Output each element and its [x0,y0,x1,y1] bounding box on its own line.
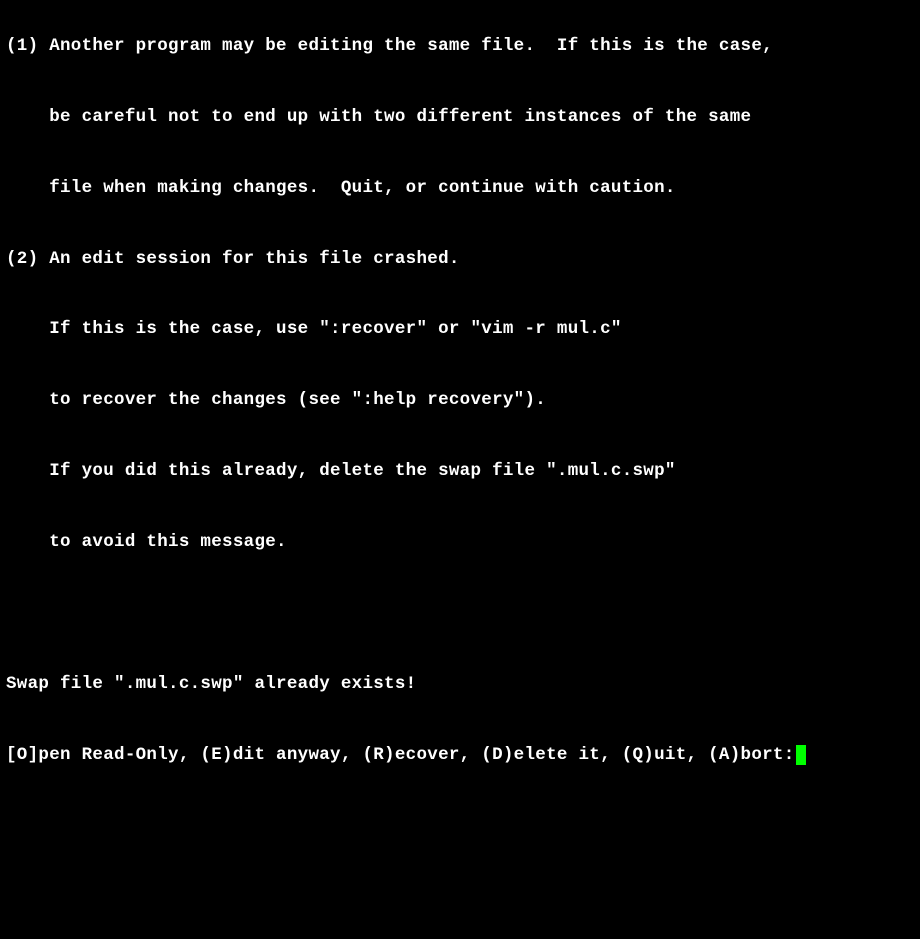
advice-1-line-3: file when making changes. Quit, or conti… [6,177,914,201]
blank-line-2 [6,602,914,626]
advice-2-line-2: If this is the case, use ":recover" or "… [6,318,914,342]
terminal-content: E325: ATTENTION Found a swap file by the… [6,0,914,815]
advice-2-line-5: to avoid this message. [6,531,914,555]
prompt-line[interactable]: [O]pen Read-Only, (E)dit anyway, (R)ecov… [6,744,914,768]
advice-1-line-1: (1) Another program may be editing the s… [6,35,914,59]
prompt-options-text: [O]pen Read-Only, (E)dit anyway, (R)ecov… [6,745,795,765]
advice-2-line-1: (2) An edit session for this file crashe… [6,248,914,272]
advice-2-line-3: to recover the changes (see ":help recov… [6,389,914,413]
swap-exists-warning: Swap file ".mul.c.swp" already exists! [6,673,914,697]
terminal-window[interactable]: E325: ATTENTION Found a swap file by the… [6,95,914,821]
advice-2-line-4: If you did this already, delete the swap… [6,460,914,484]
cursor [796,745,807,765]
advice-1-line-2: be careful not to end up with two differ… [6,106,914,130]
